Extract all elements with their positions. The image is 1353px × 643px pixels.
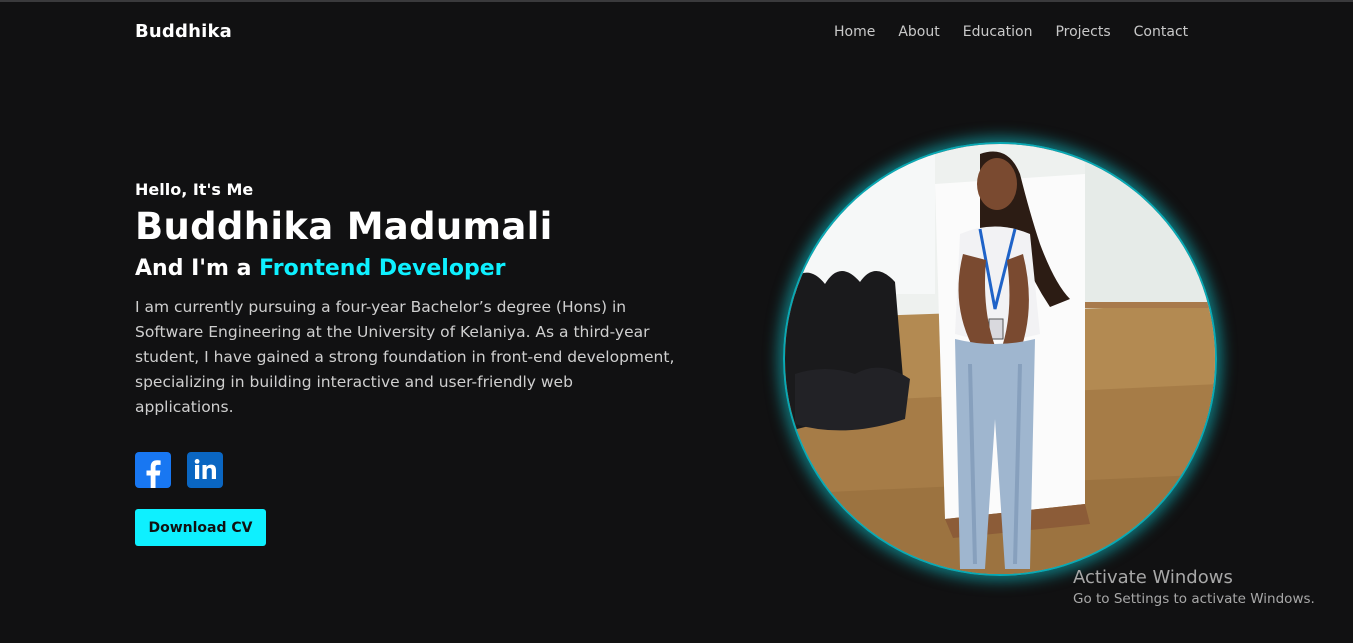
linkedin-link[interactable]: [187, 452, 223, 488]
profile-photo-illustration: [785, 144, 1215, 574]
hero-section: Hello, It's Me Buddhika Madumali And I'm…: [135, 180, 695, 420]
hero-name: Buddhika Madumali: [135, 205, 553, 248]
profile-photo: [783, 142, 1217, 576]
hero-bio: I am currently pursuing a four-year Bach…: [135, 298, 675, 416]
watermark-title: Activate Windows: [1073, 567, 1233, 588]
windows-activation-watermark: Activate Windows Go to Settings to activ…: [1073, 567, 1315, 607]
hero-greeting: Hello, It's Me: [135, 180, 254, 199]
site-logo[interactable]: Buddhika: [135, 21, 232, 42]
hero-role: And I'm a Frontend Developer: [135, 256, 695, 281]
role-highlight: Frontend Developer: [259, 256, 506, 281]
navbar: Buddhika Home About Education Projects C…: [0, 2, 1353, 62]
nav-link-education[interactable]: Education: [963, 24, 1033, 40]
nav-link-about[interactable]: About: [898, 24, 939, 40]
watermark-subtitle: Go to Settings to activate Windows.: [1073, 591, 1315, 607]
social-links: [135, 452, 239, 488]
nav-link-home[interactable]: Home: [834, 24, 875, 40]
facebook-icon: [146, 460, 161, 488]
linkedin-icon: [194, 459, 216, 479]
facebook-link[interactable]: [135, 452, 171, 488]
role-prefix: And I'm a: [135, 256, 260, 281]
download-cv-button[interactable]: Download CV: [135, 509, 266, 546]
nav-link-contact[interactable]: Contact: [1134, 24, 1188, 40]
nav-menu: Home About Education Projects Contact: [834, 24, 1211, 40]
nav-link-projects[interactable]: Projects: [1055, 24, 1110, 40]
